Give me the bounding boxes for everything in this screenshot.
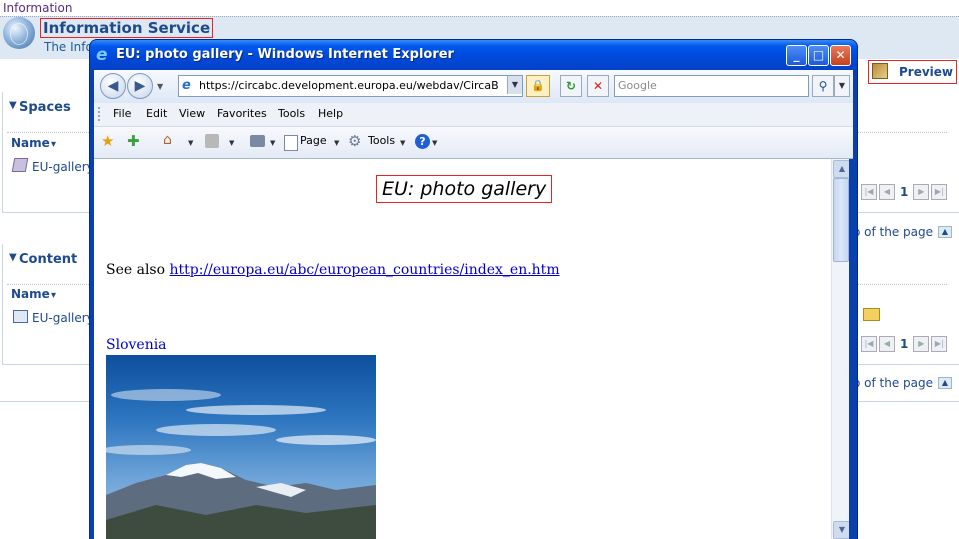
address-dropdown-icon[interactable]: ▼ [507, 76, 522, 94]
menu-view[interactable]: View [179, 107, 205, 120]
prev-page-icon[interactable]: ◀ [879, 184, 895, 200]
address-bar[interactable]: e https://circabc.development.europa.eu/… [178, 75, 523, 97]
add-favorite-icon[interactable]: ✚ [127, 132, 140, 150]
vertical-scrollbar[interactable]: ▲ ▼ [831, 159, 851, 539]
back-button[interactable]: ◀ [100, 73, 126, 99]
menu-edit[interactable]: Edit [146, 107, 167, 120]
last-page-icon[interactable]: ▶| [931, 336, 948, 352]
european-countries-link[interactable]: http://europa.eu/abc/european_countries/… [170, 262, 560, 278]
sort-down-icon[interactable]: ▾ [51, 290, 56, 301]
feeds-icon[interactable] [205, 134, 219, 151]
preview-icon [872, 63, 888, 79]
email-icon[interactable] [863, 308, 880, 321]
spaces-title: Spaces [19, 100, 71, 115]
stop-button[interactable]: ✕ [587, 75, 609, 97]
ie-window: e EU: photo gallery - Windows Internet E… [90, 40, 857, 539]
content-top-of-page-link[interactable]: o of the page [853, 376, 933, 390]
tools-dropdown-icon[interactable]: ▼ [400, 139, 405, 147]
preview-button[interactable]: Preview [868, 60, 957, 84]
see-also: See also http://europa.eu/abc/european_c… [106, 262, 560, 278]
page-dropdown-icon[interactable]: ▼ [334, 139, 339, 147]
history-dropdown-icon[interactable]: ▼ [157, 82, 163, 91]
menu-file[interactable]: File [113, 107, 131, 120]
command-bar: ★ ✚ ⌂ ▼ ▼ ▼ Page ▼ ⚙ Tools ▼ ? ▼ [94, 127, 853, 159]
navigation-bar: ◀ ▶ ▼ e https://circabc.development.euro… [94, 70, 853, 103]
content-item-eu-gallery[interactable]: EU-gallery [32, 311, 94, 325]
next-page-icon[interactable]: ▶ [913, 336, 930, 352]
refresh-button[interactable]: ↻ [560, 75, 582, 97]
search-options-icon[interactable]: ▼ [834, 75, 850, 97]
last-page-icon[interactable]: ▶| [931, 184, 948, 200]
window-border [849, 159, 853, 539]
forward-button[interactable]: ▶ [127, 73, 153, 99]
home-dropdown-icon[interactable]: ▼ [188, 139, 193, 147]
mountain-landscape-image [106, 389, 376, 539]
page-menu-icon[interactable] [284, 135, 298, 154]
home-icon[interactable]: ⌂ [163, 132, 172, 148]
first-page-icon[interactable]: |◀ [861, 184, 877, 200]
country-link[interactable]: Slovenia [106, 337, 167, 353]
menu-grip [98, 107, 103, 121]
feeds-dropdown-icon[interactable]: ▼ [229, 139, 234, 147]
next-page-icon[interactable]: ▶ [913, 184, 930, 200]
collapse-content-icon[interactable]: ▼ [9, 252, 17, 263]
prev-page-icon[interactable]: ◀ [879, 336, 895, 352]
minimize-button[interactable]: _ [786, 45, 807, 66]
print-icon[interactable] [250, 135, 265, 150]
gear-icon[interactable]: ⚙ [348, 132, 361, 150]
page-number: 1 [900, 337, 909, 351]
ie-logo-icon: e [96, 45, 108, 65]
globe-icon [3, 17, 35, 49]
top-of-page-icon[interactable]: ▲ [938, 226, 952, 238]
content-pager: |◀ ◀ 1 ▶ ▶| [861, 336, 948, 352]
slovenia-photo[interactable] [106, 355, 376, 539]
breadcrumb-information[interactable]: Information [3, 1, 72, 15]
search-placeholder: Google [618, 79, 657, 92]
see-also-prefix: See also [106, 262, 166, 278]
tools-menu-label[interactable]: Tools [368, 134, 395, 147]
favorites-star-icon[interactable]: ★ [101, 132, 114, 150]
sort-down-icon[interactable]: ▾ [51, 139, 56, 150]
content-title: Content [19, 252, 78, 267]
spaces-top-of-page-link[interactable]: o of the page [853, 225, 933, 239]
page-menu-label[interactable]: Page [300, 134, 327, 147]
page-icon: e [182, 78, 191, 93]
spaces-pager: |◀ ◀ 1 ▶ ▶| [861, 184, 948, 200]
service-subtitle: The Info [44, 40, 93, 54]
print-dropdown-icon[interactable]: ▼ [270, 139, 275, 147]
window-title: EU: photo gallery - Windows Internet Exp… [116, 47, 454, 62]
menu-bar: File Edit View Favorites Tools Help [94, 103, 853, 127]
page-title: EU: photo gallery [376, 175, 553, 203]
search-input[interactable]: Google [614, 75, 809, 97]
spaces-item-eu-gallery[interactable]: EU-gallery [32, 160, 94, 174]
search-button[interactable]: ⚲ [812, 75, 834, 97]
content-name-column[interactable]: Name [11, 287, 50, 301]
security-lock-icon[interactable]: 🔒 [526, 75, 550, 97]
menu-favorites[interactable]: Favorites [217, 107, 267, 120]
html-file-icon [13, 310, 28, 323]
browser-chrome: ◀ ▶ ▼ e https://circabc.development.euro… [94, 70, 853, 159]
scroll-thumb[interactable] [833, 178, 849, 262]
close-button[interactable]: ✕ [830, 45, 851, 66]
service-title[interactable]: Information Service [40, 18, 214, 38]
page-content: EU: photo gallery See also http://europa… [94, 159, 831, 539]
address-text: https://circabc.development.europa.eu/we… [199, 79, 499, 92]
preview-label: Preview [899, 65, 954, 79]
first-page-icon[interactable]: |◀ [861, 336, 877, 352]
title-bar[interactable]: e EU: photo gallery - Windows Internet E… [90, 40, 857, 70]
top-of-page-icon[interactable]: ▲ [938, 377, 952, 389]
space-icon [11, 158, 29, 172]
page-number: 1 [900, 185, 909, 199]
spaces-name-column[interactable]: Name [11, 136, 50, 150]
maximize-button[interactable]: □ [808, 45, 829, 66]
menu-tools[interactable]: Tools [278, 107, 305, 120]
help-dropdown-icon[interactable]: ▼ [432, 139, 437, 147]
menu-help[interactable]: Help [318, 107, 343, 120]
collapse-spaces-icon[interactable]: ▼ [9, 100, 17, 111]
help-icon[interactable]: ? [415, 134, 430, 149]
